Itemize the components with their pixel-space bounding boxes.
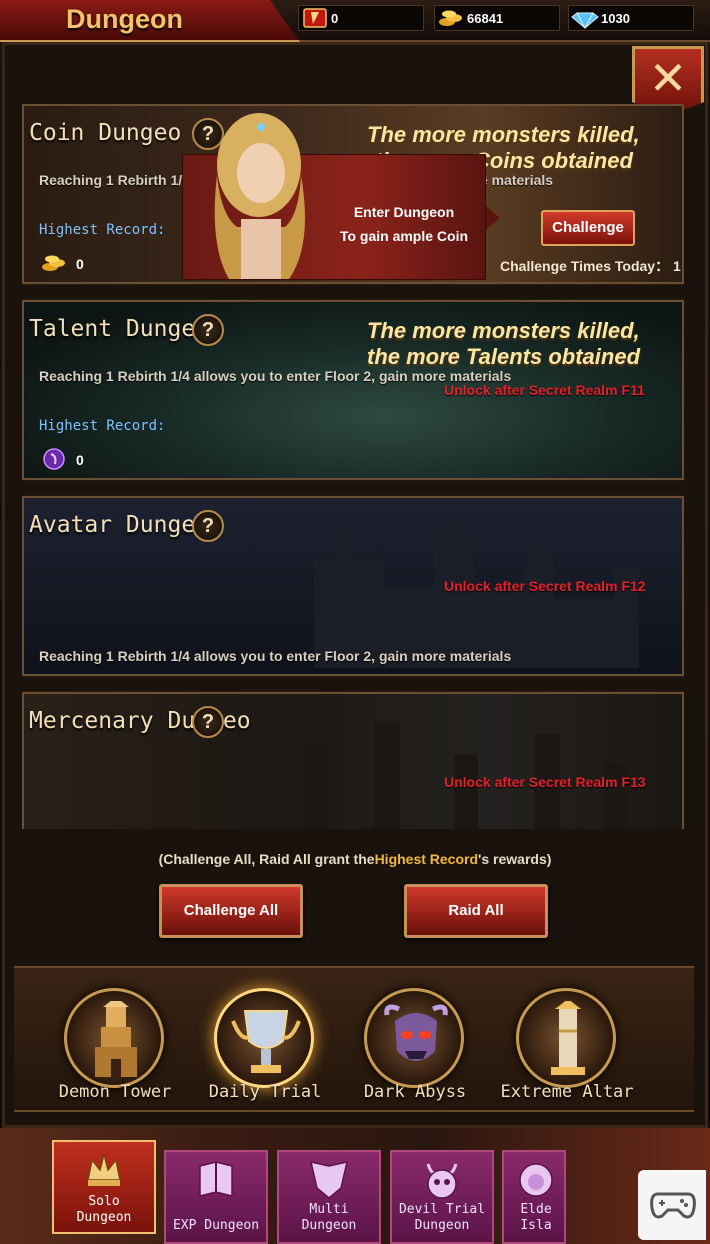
heroine-portrait [214, 113, 305, 279]
nav-tab-devil-trial-dungeon[interactable]: Devil Trial Dungeon [390, 1150, 494, 1244]
help-icon[interactable]: ? [192, 706, 224, 738]
challenge-all-button[interactable]: Challenge All [159, 884, 303, 938]
gold-coins-icon [42, 255, 65, 271]
unlock-requirement: Unlock after Secret Realm F12 [444, 578, 646, 594]
dungeon-description: Reaching 1 Rebirth 1/4 allows you to ent… [39, 368, 512, 384]
purple-orb-icon [43, 448, 65, 470]
tooltip-arrow [486, 206, 500, 230]
tickets-value: 0 [331, 11, 339, 26]
top-bar: Dungeon 0 66841 1030 [0, 0, 710, 42]
dungeon-slogan: The more monsters killed, the more Talent… [367, 318, 641, 369]
unlock-requirement: Unlock after Secret Realm F13 [444, 774, 646, 790]
ruins-silhouette [304, 724, 628, 829]
dungeon-title: Coin Dungeo [29, 120, 182, 146]
resource-diamonds: 1030 [568, 5, 694, 31]
page-title: Dungeon [66, 4, 183, 34]
highest-record-label: Highest Record: [39, 222, 166, 238]
dungeon-card-coin[interactable]: Coin Dungeo ? The more monsters killed, t… [22, 104, 684, 285]
dungeon-screen: Dungeon 0 66841 1030 ✕ Coin Dungeo ? The… [0, 0, 710, 1244]
nav-tab-label: EXP Dungeon [172, 1218, 260, 1233]
close-icon: ✕ [648, 52, 688, 104]
nav-tab-multi-dungeon[interactable]: Multi Dungeon [277, 1150, 381, 1244]
diamond-icon [571, 12, 599, 29]
lion-icon [519, 1163, 553, 1197]
book-icon [199, 1161, 233, 1197]
category-daily-trial[interactable]: Daily Trial [200, 976, 330, 1106]
category-demon-tower[interactable]: Demon Tower [50, 976, 180, 1106]
nav-tab-exp-dungeon[interactable]: EXP Dungeon [164, 1150, 268, 1244]
title-tab: Dungeon [0, 0, 300, 42]
highest-record-value: 0 [76, 452, 84, 468]
trophy-icon [231, 1010, 301, 1073]
nav-tab-label: Devil Trial Dungeon [398, 1202, 486, 1233]
red-ticket-icon [303, 8, 327, 28]
tower-icon [95, 1001, 137, 1077]
unlock-requirement: Unlock after Secret Realm F11 [444, 382, 645, 398]
category-dark-abyss[interactable]: Dark Abyss [350, 976, 480, 1106]
resource-tickets: 0 [298, 5, 424, 31]
nav-tab-label: Multi Dungeon [301, 1202, 357, 1233]
highest-record-label: Highest Record: [39, 418, 166, 434]
dungeon-title: Avatar Dungeo [29, 512, 210, 538]
dungeon-list[interactable]: Coin Dungeo ? The more monsters killed, t… [22, 104, 684, 829]
demon-skull-icon [384, 1004, 448, 1061]
highlight-text: Highest Record [374, 851, 479, 867]
tooltip-line2: To gain ample Coin [339, 228, 469, 244]
category-label: Extreme Altar [500, 1082, 634, 1102]
category-label: Demon Tower [58, 1082, 172, 1102]
category-label: Daily Trial [208, 1082, 322, 1102]
diamonds-value: 1030 [601, 11, 630, 26]
wings-icon [310, 1161, 348, 1199]
nav-tab-label: Elde Isla [520, 1202, 552, 1233]
highest-record-value: 0 [76, 256, 84, 272]
game-controller-button[interactable] [638, 1170, 706, 1240]
dungeon-description: Reaching 1 Rebirth 1/4 allows you to ent… [39, 648, 512, 664]
category-extreme-altar[interactable]: Extreme Altar [500, 976, 634, 1106]
raid-all-button[interactable]: Raid All [404, 884, 548, 938]
category-label: Dark Abyss [363, 1082, 467, 1102]
gold-coins-icon [439, 10, 462, 26]
nav-tab-solo-dungeon[interactable]: Solo Dungeon [52, 1140, 156, 1234]
nav-tab-label: Solo Dungeon [76, 1194, 132, 1225]
coins-value: 66841 [467, 11, 504, 26]
dungeon-card-talent[interactable]: Talent Dungeo ? The more monsters killed… [22, 299, 684, 481]
help-icon[interactable]: ? [192, 314, 224, 346]
dungeon-card-mercenary[interactable]: Mercenary Dungeo ? Unlock after Secret R… [22, 691, 684, 829]
tooltip-line1: Enter Dungeon [353, 204, 455, 220]
dungeon-card-avatar[interactable]: Avatar Dungeo ? Unlock after Secret Real… [22, 495, 684, 677]
rewards-note: (Challenge All, Raid All grant theHighes… [158, 851, 552, 867]
nav-tab-elder-island[interactable]: Elde Isla [502, 1150, 566, 1244]
help-icon[interactable]: ? [192, 510, 224, 542]
challenge-button[interactable]: Challenge [541, 210, 635, 246]
dungeon-title: Talent Dungeo [29, 316, 210, 342]
altar-icon [551, 1001, 585, 1075]
resource-coins: 66841 [434, 5, 560, 31]
gamepad-icon [650, 1192, 696, 1219]
devil-icon [426, 1163, 458, 1199]
challenge-times-today: Challenge Times Today： 1 [500, 258, 681, 274]
crown-icon [87, 1153, 121, 1186]
